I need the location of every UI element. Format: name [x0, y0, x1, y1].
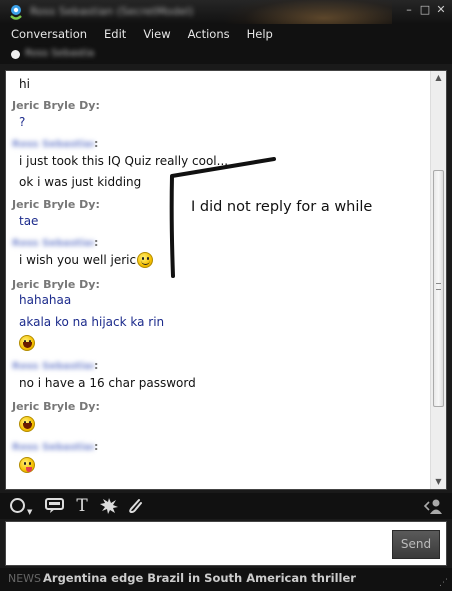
scroll-down-icon[interactable]: ▼ — [431, 475, 446, 489]
menu-actions[interactable]: Actions — [188, 27, 230, 41]
maximize-icon[interactable]: □ — [419, 3, 431, 17]
title-decoration — [222, 0, 392, 24]
wink-icon[interactable] — [44, 497, 66, 515]
menu-view[interactable]: View — [143, 27, 170, 41]
window-title: Ross Sebastian (SecretModel) — [30, 5, 194, 17]
text-format-icon[interactable]: T — [72, 497, 92, 515]
menu-edit[interactable]: Edit — [104, 27, 126, 41]
status-icon — [11, 50, 20, 59]
annotation-bracket — [169, 157, 276, 278]
news-headline-link[interactable]: Argentina edge Brazil in South American … — [43, 571, 356, 585]
scroll-grip-icon — [436, 283, 441, 290]
dropdown-caret-icon: ▼ — [27, 508, 33, 516]
contact-bar: Ross Sebastian — [0, 44, 452, 64]
minimize-icon[interactable]: – — [403, 3, 415, 17]
contact-name[interactable]: Ross Sebastian — [25, 48, 95, 60]
emoticon-icon — [10, 498, 25, 513]
contact-card-icon[interactable] — [422, 497, 444, 515]
resize-grip-icon[interactable]: ⋰ — [439, 578, 449, 588]
attachment-icon[interactable] — [125, 497, 145, 515]
nudge-icon[interactable] — [99, 497, 119, 515]
emoticon-button[interactable]: ▼ — [10, 497, 34, 516]
menu-bar: Conversation Edit View Actions Help — [0, 24, 452, 44]
scroll-up-icon[interactable]: ▲ — [431, 71, 446, 85]
menu-conversation[interactable]: Conversation — [11, 27, 87, 41]
vertical-scrollbar[interactable]: ▲ ▼ — [430, 71, 446, 489]
send-button[interactable]: Send — [392, 530, 440, 559]
menu-help[interactable]: Help — [247, 27, 273, 41]
close-icon[interactable]: ✕ — [435, 3, 447, 17]
conversation-history[interactable]: hi Jeric Bryle Dy: ? Ross Sebastian : i … — [5, 70, 447, 490]
news-bar: NEWS Argentina edge Brazil in South Amer… — [0, 568, 452, 591]
window-controls: – □ ✕ — [403, 3, 447, 17]
format-toolbar: ▼ T — [0, 493, 452, 519]
messenger-icon — [10, 5, 22, 20]
annotation-text: I did not reply for a while — [191, 199, 373, 215]
news-label: NEWS — [8, 572, 42, 585]
title-bar: Ross Sebastian (SecretModel) – □ ✕ — [0, 0, 452, 24]
message-input[interactable]: Send — [5, 521, 447, 566]
scroll-thumb[interactable] — [433, 170, 444, 407]
